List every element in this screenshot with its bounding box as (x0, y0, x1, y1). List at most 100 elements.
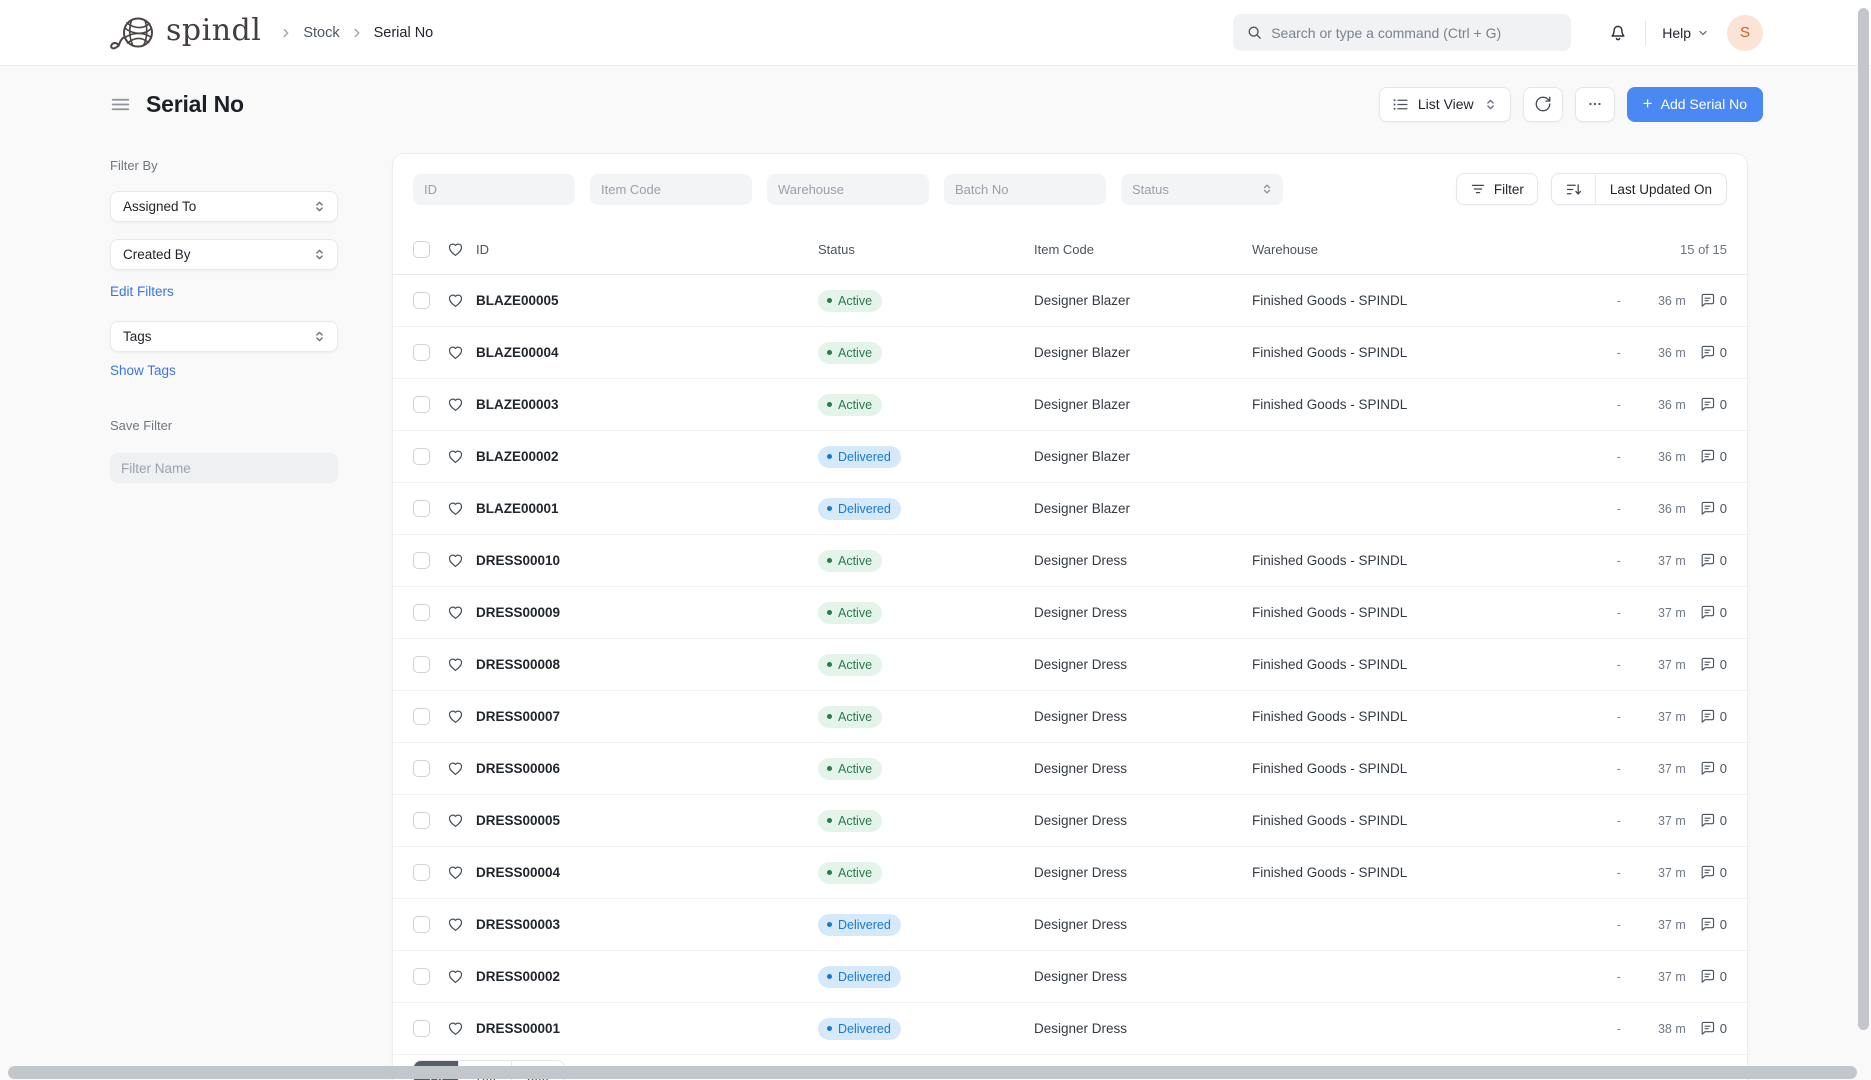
table-row[interactable]: DRESS00007 Active Designer Dress Finishe… (393, 691, 1747, 743)
breadcrumb-stock[interactable]: Stock (303, 25, 339, 41)
row-id-link[interactable]: DRESS00005 (476, 813, 818, 828)
warehouse-filter-input[interactable] (767, 173, 929, 205)
row-checkbox[interactable] (413, 708, 430, 725)
heart-icon[interactable] (447, 968, 464, 985)
row-checkbox[interactable] (413, 396, 430, 413)
heart-icon[interactable] (447, 396, 464, 413)
breadcrumb-serial-no[interactable]: Serial No (374, 25, 434, 41)
row-checkbox[interactable] (413, 1020, 430, 1037)
item-code-filter-input[interactable] (590, 173, 752, 205)
tags-select[interactable]: Tags (110, 321, 338, 352)
row-id-link[interactable]: BLAZE00004 (476, 345, 818, 360)
like-filter-heart-icon[interactable] (447, 241, 464, 258)
row-checkbox[interactable] (413, 916, 430, 933)
row-id-link[interactable]: BLAZE00003 (476, 397, 818, 412)
vertical-scrollbar-thumb[interactable] (1858, 8, 1869, 1030)
table-row[interactable]: DRESS00009 Active Designer Dress Finishe… (393, 587, 1747, 639)
comment-count-button[interactable]: 0 (1699, 500, 1727, 517)
row-id-link[interactable]: DRESS00007 (476, 709, 818, 724)
search-input[interactable] (1233, 14, 1572, 51)
filter-button[interactable]: Filter (1455, 173, 1538, 205)
row-id-link[interactable]: DRESS00001 (476, 1021, 818, 1036)
table-row[interactable]: BLAZE00005 Active Designer Blazer Finish… (393, 275, 1747, 327)
sidebar-toggle-button[interactable] (108, 92, 133, 117)
created-by-select[interactable]: Created By (110, 239, 338, 270)
heart-icon[interactable] (447, 344, 464, 361)
heart-icon[interactable] (447, 864, 464, 881)
id-filter-input[interactable] (413, 173, 575, 205)
row-checkbox[interactable] (413, 344, 430, 361)
table-row[interactable]: BLAZE00004 Active Designer Blazer Finish… (393, 327, 1747, 379)
comment-count-button[interactable]: 0 (1699, 812, 1727, 829)
heart-icon[interactable] (447, 708, 464, 725)
row-id-link[interactable]: DRESS00003 (476, 917, 818, 932)
status-filter-select[interactable]: Status (1121, 173, 1283, 205)
view-switcher-button[interactable]: List View (1378, 86, 1511, 122)
comment-count-button[interactable]: 0 (1699, 344, 1727, 361)
show-tags-link[interactable]: Show Tags (110, 363, 176, 378)
comment-count-button[interactable]: 0 (1699, 760, 1727, 777)
row-checkbox[interactable] (413, 604, 430, 621)
heart-icon[interactable] (447, 292, 464, 309)
row-checkbox[interactable] (413, 448, 430, 465)
more-options-button[interactable] (1574, 86, 1615, 122)
user-avatar[interactable]: S (1727, 14, 1763, 51)
row-id-link[interactable]: DRESS00009 (476, 605, 818, 620)
row-id-link[interactable]: DRESS00002 (476, 969, 818, 984)
edit-filters-link[interactable]: Edit Filters (110, 284, 174, 299)
table-row[interactable]: DRESS00008 Active Designer Dress Finishe… (393, 639, 1747, 691)
heart-icon[interactable] (447, 812, 464, 829)
table-row[interactable]: DRESS00010 Active Designer Dress Finishe… (393, 535, 1747, 587)
heart-icon[interactable] (447, 500, 464, 517)
row-id-link[interactable]: BLAZE00002 (476, 449, 818, 464)
heart-icon[interactable] (447, 1020, 464, 1037)
row-checkbox[interactable] (413, 864, 430, 881)
sort-button[interactable]: Last Updated On (1550, 173, 1727, 205)
table-row[interactable]: BLAZE00002 Delivered Designer Blazer - 3… (393, 431, 1747, 483)
comment-count-button[interactable]: 0 (1699, 292, 1727, 309)
comment-count-button[interactable]: 0 (1699, 552, 1727, 569)
table-row[interactable]: DRESS00001 Delivered Designer Dress - 38… (393, 1003, 1747, 1055)
row-checkbox[interactable] (413, 500, 430, 517)
select-all-checkbox[interactable] (413, 240, 430, 258)
table-row[interactable]: DRESS00003 Delivered Designer Dress - 37… (393, 899, 1747, 951)
batch-no-filter-input[interactable] (944, 173, 1106, 205)
table-row[interactable]: DRESS00004 Active Designer Dress Finishe… (393, 847, 1747, 899)
row-id-link[interactable]: DRESS00010 (476, 553, 818, 568)
add-serial-no-button[interactable]: + Add Serial No (1626, 86, 1763, 122)
app-logo[interactable]: spindl (108, 13, 261, 53)
table-row[interactable]: DRESS00005 Active Designer Dress Finishe… (393, 795, 1747, 847)
refresh-button[interactable] (1522, 86, 1563, 122)
assigned-to-select[interactable]: Assigned To (110, 191, 338, 222)
comment-count-button[interactable]: 0 (1699, 396, 1727, 413)
comment-count-button[interactable]: 0 (1699, 864, 1727, 881)
horizontal-scrollbar-thumb[interactable] (8, 1066, 1857, 1079)
row-id-link[interactable]: DRESS00006 (476, 761, 818, 776)
heart-icon[interactable] (447, 760, 464, 777)
heart-icon[interactable] (447, 552, 464, 569)
row-checkbox[interactable] (413, 292, 430, 309)
row-checkbox[interactable] (413, 968, 430, 985)
comment-count-button[interactable]: 0 (1699, 448, 1727, 465)
row-id-link[interactable]: BLAZE00005 (476, 293, 818, 308)
comment-count-button[interactable]: 0 (1699, 1020, 1727, 1037)
row-id-link[interactable]: BLAZE00001 (476, 501, 818, 516)
comment-count-button[interactable]: 0 (1699, 604, 1727, 621)
heart-icon[interactable] (447, 916, 464, 933)
help-menu-button[interactable]: Help (1662, 25, 1709, 41)
row-checkbox[interactable] (413, 552, 430, 569)
heart-icon[interactable] (447, 448, 464, 465)
filter-name-input[interactable] (110, 453, 338, 483)
table-row[interactable]: DRESS00006 Active Designer Dress Finishe… (393, 743, 1747, 795)
comment-count-button[interactable]: 0 (1699, 968, 1727, 985)
table-row[interactable]: DRESS00002 Delivered Designer Dress - 37… (393, 951, 1747, 1003)
row-id-link[interactable]: DRESS00008 (476, 657, 818, 672)
comment-count-button[interactable]: 0 (1699, 656, 1727, 673)
notifications-button[interactable] (1603, 17, 1633, 48)
comment-count-button[interactable]: 0 (1699, 916, 1727, 933)
comment-count-button[interactable]: 0 (1699, 708, 1727, 725)
row-checkbox[interactable] (413, 760, 430, 777)
row-checkbox[interactable] (413, 812, 430, 829)
row-id-link[interactable]: DRESS00004 (476, 865, 818, 880)
table-row[interactable]: BLAZE00001 Delivered Designer Blazer - 3… (393, 483, 1747, 535)
